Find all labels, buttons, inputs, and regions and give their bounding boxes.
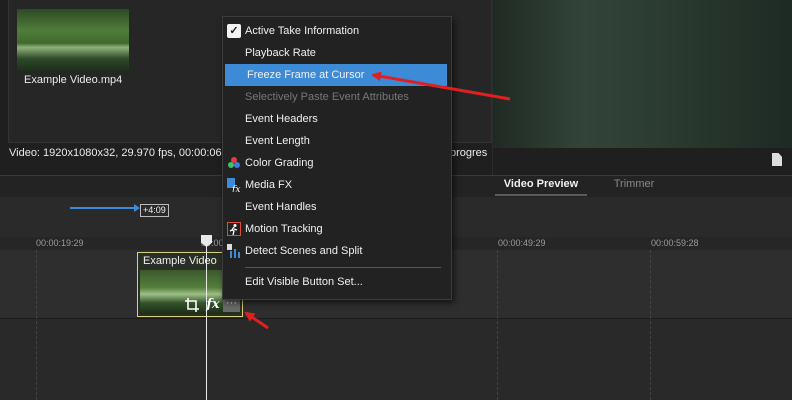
menu-item-event-headers[interactable]: Event Headers (223, 108, 451, 130)
menu-item-label: Event Headers (245, 113, 318, 125)
ruler-tick-label: 00:00:49:29 (498, 238, 546, 248)
media-fx-icon: fx (227, 178, 241, 195)
menu-item-active-take-information[interactable]: ✓ Active Take Information (223, 20, 451, 42)
color-grading-icon (227, 156, 241, 170)
grid-line (650, 250, 651, 400)
menu-item-event-length[interactable]: Event Length (223, 130, 451, 152)
menu-item-event-handles[interactable]: Event Handles (223, 196, 451, 218)
svg-text:fx: fx (231, 185, 240, 192)
menu-separator (245, 267, 441, 268)
menu-item-label: Motion Tracking (245, 223, 323, 235)
menu-item-detect-scenes-and-split[interactable]: Detect Scenes and Split (223, 240, 451, 262)
menu-item-label: Freeze Frame at Cursor (247, 69, 365, 81)
menu-item-color-grading[interactable]: Color Grading (223, 152, 451, 174)
motion-tracking-icon (227, 222, 241, 236)
menu-item-label: Event Handles (245, 201, 317, 213)
menu-item-label: Media FX (245, 179, 293, 191)
tab-trimmer[interactable]: Trimmer (600, 178, 668, 194)
tab-video-preview[interactable]: Video Preview (495, 178, 587, 196)
menu-item-label: Color Grading (245, 157, 314, 169)
context-menu: ✓ Active Take Information Playback Rate … (222, 16, 452, 300)
empty-track-area[interactable] (0, 319, 792, 400)
grid-line (36, 250, 37, 400)
offset-badge: +4:09 (140, 204, 169, 217)
menu-item-edit-visible-button-set[interactable]: Edit Visible Button Set... (223, 271, 451, 293)
media-info-tail: progres (450, 147, 488, 159)
menu-item-label: Selectively Paste Event Attributes (245, 91, 409, 103)
crop-icon[interactable] (185, 298, 199, 312)
grid-line (497, 250, 498, 400)
media-item-name[interactable]: Example Video.mp4 (24, 74, 122, 86)
video-preview-window (493, 0, 792, 148)
playhead-line[interactable] (206, 237, 207, 400)
menu-item-motion-tracking[interactable]: Motion Tracking (223, 218, 451, 240)
menu-item-label: Detect Scenes and Split (245, 245, 363, 257)
checkbox-checked-icon: ✓ (227, 24, 241, 38)
loop-region-bar[interactable] (70, 207, 138, 209)
menu-item-selectively-paste-event-attributes: Selectively Paste Event Attributes (223, 86, 451, 108)
menu-item-playback-rate[interactable]: Playback Rate (223, 42, 451, 64)
ruler-tick-label: 00:00:19:29 (36, 238, 84, 248)
menu-item-label: Playback Rate (245, 47, 316, 59)
ruler-tick-label: 00:00:59:28 (651, 238, 699, 248)
event-fx-icon[interactable]: fx (205, 297, 221, 312)
menu-item-label: Active Take Information (245, 25, 360, 37)
menu-item-label: Event Length (245, 135, 310, 147)
preview-status-bar (493, 148, 792, 175)
detect-scenes-icon (227, 244, 241, 258)
menu-item-freeze-frame-at-cursor[interactable]: Freeze Frame at Cursor (225, 64, 447, 86)
menu-item-media-fx[interactable]: fx Media FX (223, 174, 451, 196)
menu-item-label: Edit Visible Button Set... (245, 276, 363, 288)
media-thumbnail[interactable] (17, 9, 129, 71)
